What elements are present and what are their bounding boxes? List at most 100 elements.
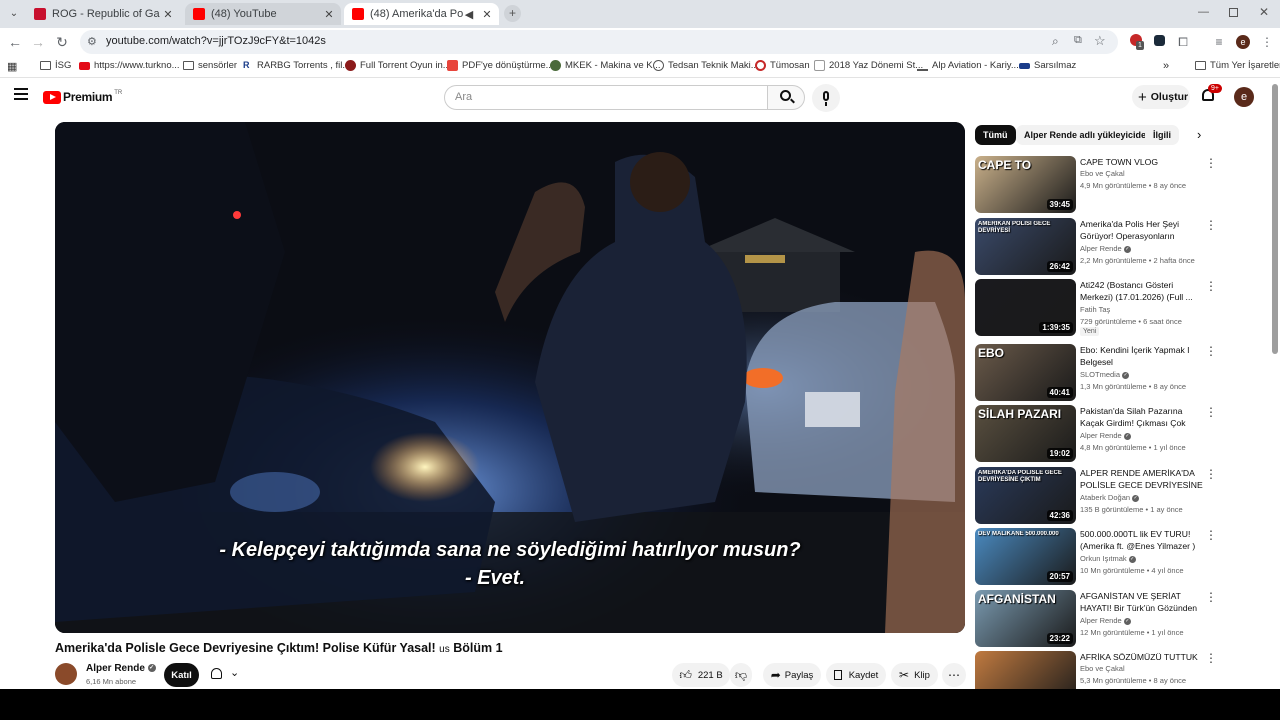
site-info-icon[interactable]: ⚙ bbox=[87, 35, 97, 48]
recommendation-channel[interactable]: Fatih Taş bbox=[1080, 305, 1110, 314]
bookmark-item[interactable]: sensörler bbox=[183, 60, 237, 71]
more-options-icon[interactable]: ⋮ bbox=[1205, 468, 1217, 480]
more-options-icon[interactable]: ⋮ bbox=[1205, 406, 1217, 418]
video-player[interactable]: - Kelepçeyi taktığımda sana ne söylediği… bbox=[55, 122, 965, 633]
more-options-icon[interactable]: ⋮ bbox=[1205, 280, 1217, 292]
browser-tab-youtube[interactable]: (48) YouTube ✕ bbox=[185, 3, 341, 25]
clip-button[interactable]: ✂ Klip bbox=[891, 663, 938, 687]
recommendation-title[interactable]: 500.000.000TL lik EV TURU! (Amerika ft. … bbox=[1080, 528, 1204, 552]
bookmark-item[interactable]: 2018 Yaz Dönemi St... bbox=[814, 60, 923, 71]
recommendation-item[interactable]: AFGANİSTAN 23:22 AFGANİSTAN VE ŞERİAT HAYA… bbox=[975, 590, 1217, 648]
search-button[interactable] bbox=[767, 85, 805, 110]
close-window-icon[interactable]: ✕ bbox=[1259, 5, 1269, 19]
chip-all[interactable]: Tümü bbox=[975, 125, 1016, 145]
menu-kebab-icon[interactable]: ⋮ bbox=[1259, 34, 1275, 50]
recommendation-title[interactable]: Ati242 (Bostancı Gösteri Merkezi) (17.01… bbox=[1080, 279, 1204, 303]
reload-icon[interactable]: ↻ bbox=[52, 32, 72, 52]
chevron-down-icon[interactable]: ⌄ bbox=[230, 666, 239, 679]
recommendation-title[interactable]: Amerika'da Polis Her Şeyi Görüyor! Opera… bbox=[1080, 218, 1204, 242]
recommendation-title[interactable]: CAPE TOWN VLOG bbox=[1080, 156, 1204, 168]
extension-red-icon[interactable]: 1 bbox=[1128, 34, 1144, 50]
install-icon[interactable]: ⧉ bbox=[1074, 34, 1082, 47]
recommendation-channel[interactable]: Orkun Işıtmak ✓ bbox=[1080, 554, 1136, 563]
restore-icon[interactable] bbox=[1229, 8, 1238, 17]
account-avatar[interactable]: e bbox=[1234, 87, 1254, 107]
like-button[interactable]: 👍︎ 221 B bbox=[672, 663, 730, 687]
all-bookmarks[interactable]: Tüm Yer İşaretleri bbox=[1195, 60, 1280, 71]
video-thumbnail[interactable]: EBO 40:41 bbox=[975, 344, 1076, 401]
recommendation-title[interactable]: AFGANİSTAN VE ŞERİAT HAYATI! Bir Türk'ün… bbox=[1080, 590, 1204, 614]
video-thumbnail[interactable]: AFGANİSTAN 23:22 bbox=[975, 590, 1076, 647]
bookmark-item[interactable]: https://www.turkno... bbox=[79, 60, 180, 71]
recommendation-item[interactable]: CAPE TO 39:45 CAPE TOWN VLOG Ebo ve Çakal 4,… bbox=[975, 156, 1217, 214]
close-tab-icon[interactable]: ✕ bbox=[479, 8, 495, 21]
notification-bell-icon[interactable] bbox=[211, 668, 222, 679]
channel-name[interactable]: Alper Rende ✓ bbox=[86, 663, 156, 674]
video-thumbnail[interactable]: CAPE TO 39:45 bbox=[975, 156, 1076, 213]
voice-search-button[interactable] bbox=[812, 84, 840, 112]
more-actions-button[interactable]: ⋯ bbox=[942, 663, 966, 687]
apps-grid-icon[interactable]: ▦ bbox=[7, 60, 17, 73]
more-options-icon[interactable]: ⋮ bbox=[1205, 219, 1217, 231]
chevron-right-icon[interactable]: › bbox=[1197, 127, 1201, 142]
chip-related[interactable]: İlgili bbox=[1145, 125, 1179, 145]
recommendation-channel[interactable]: Ebo ve Çakal bbox=[1080, 169, 1125, 178]
chip-from-uploader[interactable]: Alper Rende adlı yükleyiciden bbox=[1016, 125, 1160, 145]
extension-dark-icon[interactable] bbox=[1151, 34, 1167, 50]
channel-avatar[interactable] bbox=[55, 663, 77, 685]
video-thumbnail[interactable]: AMERİKA'DA POLİSLE GECE DEVRİYESİNE ÇIKT… bbox=[975, 467, 1076, 524]
bookmarks-overflow-icon[interactable]: » bbox=[1163, 60, 1169, 72]
bookmark-item[interactable]: Sarsılmaz bbox=[1019, 60, 1076, 71]
more-options-icon[interactable]: ⋮ bbox=[1205, 652, 1217, 664]
browser-tab-rog[interactable]: ROG - Republic of Gamers | Gl ✕ bbox=[26, 3, 180, 25]
video-thumbnail[interactable]: AMERİKAN POLİSİ GECE DEVRİYESİ 26:42 bbox=[975, 218, 1076, 275]
video-thumbnail[interactable]: DEV MALİKANE 500.000.000 20:57 bbox=[975, 528, 1076, 585]
hamburger-menu-icon[interactable] bbox=[14, 88, 28, 100]
recommendation-item[interactable]: DEV MALİKANE 500.000.000 20:57 500.000.000… bbox=[975, 528, 1217, 586]
search-input[interactable]: Ara bbox=[444, 85, 768, 110]
recommendation-title[interactable]: ALPER RENDE AMERİKA'DA POLİSLE GECE DEVR… bbox=[1080, 467, 1204, 491]
recommendation-item[interactable]: AMERİKAN POLİSİ GECE DEVRİYESİ 26:42 Ameri… bbox=[975, 218, 1217, 276]
more-options-icon[interactable]: ⋮ bbox=[1205, 345, 1217, 357]
create-button[interactable]: + Oluştur bbox=[1132, 85, 1190, 109]
video-thumbnail[interactable]: SİLAH PAZARI 19:02 bbox=[975, 405, 1076, 462]
recommendation-title[interactable]: AFRİKA SÖZÜMÜZÜ TUTTUK bbox=[1080, 651, 1204, 663]
more-options-icon[interactable]: ⋮ bbox=[1205, 529, 1217, 541]
url-text[interactable]: youtube.com/watch?v=jjrTOzJ9cFY&t=1042s bbox=[106, 35, 326, 47]
recommendation-item[interactable]: SİLAH PAZARI 19:02 Pakistan'da Silah Pazar… bbox=[975, 405, 1217, 463]
recommendation-title[interactable]: Pakistan'da Silah Pazarına Kaçak Girdim!… bbox=[1080, 405, 1204, 429]
recommendation-channel[interactable]: Alper Rende ✓ bbox=[1080, 431, 1131, 440]
profile-avatar[interactable]: e bbox=[1236, 35, 1250, 49]
recommendation-channel[interactable]: Alper Rende ✓ bbox=[1080, 616, 1131, 625]
forward-icon[interactable]: → bbox=[28, 32, 48, 52]
bookmark-item[interactable]: Tümosan bbox=[755, 60, 810, 71]
bookmark-star-icon[interactable]: ☆ bbox=[1094, 33, 1106, 49]
recommendation-channel[interactable]: Ebo ve Çakal bbox=[1080, 664, 1125, 673]
bookmark-item[interactable]: Full Torrent Oyun in... bbox=[345, 60, 451, 71]
more-options-icon[interactable]: ⋮ bbox=[1205, 157, 1217, 169]
address-bar[interactable]: ⚙ youtube.com/watch?v=jjrTOzJ9cFY&t=1042… bbox=[80, 30, 1118, 54]
close-tab-icon[interactable]: ✕ bbox=[160, 8, 176, 21]
recommendation-item[interactable]: EBO 40:41 Ebo: Kendini İçerik Yapmak I Bel… bbox=[975, 344, 1217, 402]
browser-tab-video[interactable]: (48) Amerika'da Polisle Gece ◀ ✕ bbox=[344, 3, 499, 25]
page-scrollbar[interactable] bbox=[1272, 84, 1278, 354]
youtube-logo[interactable]: Premium TR bbox=[43, 90, 122, 104]
bookmark-item[interactable]: R RARBG Torrents , fil... bbox=[243, 60, 350, 71]
bookmark-item[interactable]: İSG bbox=[40, 60, 71, 71]
more-options-icon[interactable]: ⋮ bbox=[1205, 591, 1217, 603]
new-tab-button[interactable]: + bbox=[504, 5, 521, 22]
video-thumbnail[interactable]: 1:39:35 bbox=[975, 279, 1076, 336]
save-button[interactable]: Kaydet bbox=[826, 663, 886, 687]
tab-search-icon[interactable]: ⌄ bbox=[6, 6, 22, 22]
bookmark-item[interactable]: MKEK - Makina ve K... bbox=[550, 60, 661, 71]
audio-icon[interactable]: ◀ bbox=[463, 8, 475, 21]
back-icon[interactable]: ← bbox=[5, 32, 25, 52]
recommendation-item[interactable]: 1:39:35 Ati242 (Bostancı Gösteri Merkezi)… bbox=[975, 279, 1217, 337]
close-tab-icon[interactable]: ✕ bbox=[321, 8, 337, 21]
zoom-icon[interactable]: ⌕ bbox=[1052, 34, 1059, 49]
bookmark-item[interactable]: Alp Aviation - Kariy... bbox=[917, 60, 1019, 71]
recommendation-title[interactable]: Ebo: Kendini İçerik Yapmak I Belgesel bbox=[1080, 344, 1204, 368]
share-button[interactable]: ➦ Paylaş bbox=[763, 663, 821, 687]
recommendation-channel[interactable]: Alper Rende ✓ bbox=[1080, 244, 1131, 253]
recommendation-channel[interactable]: SLOTmedia ✓ bbox=[1080, 370, 1130, 379]
